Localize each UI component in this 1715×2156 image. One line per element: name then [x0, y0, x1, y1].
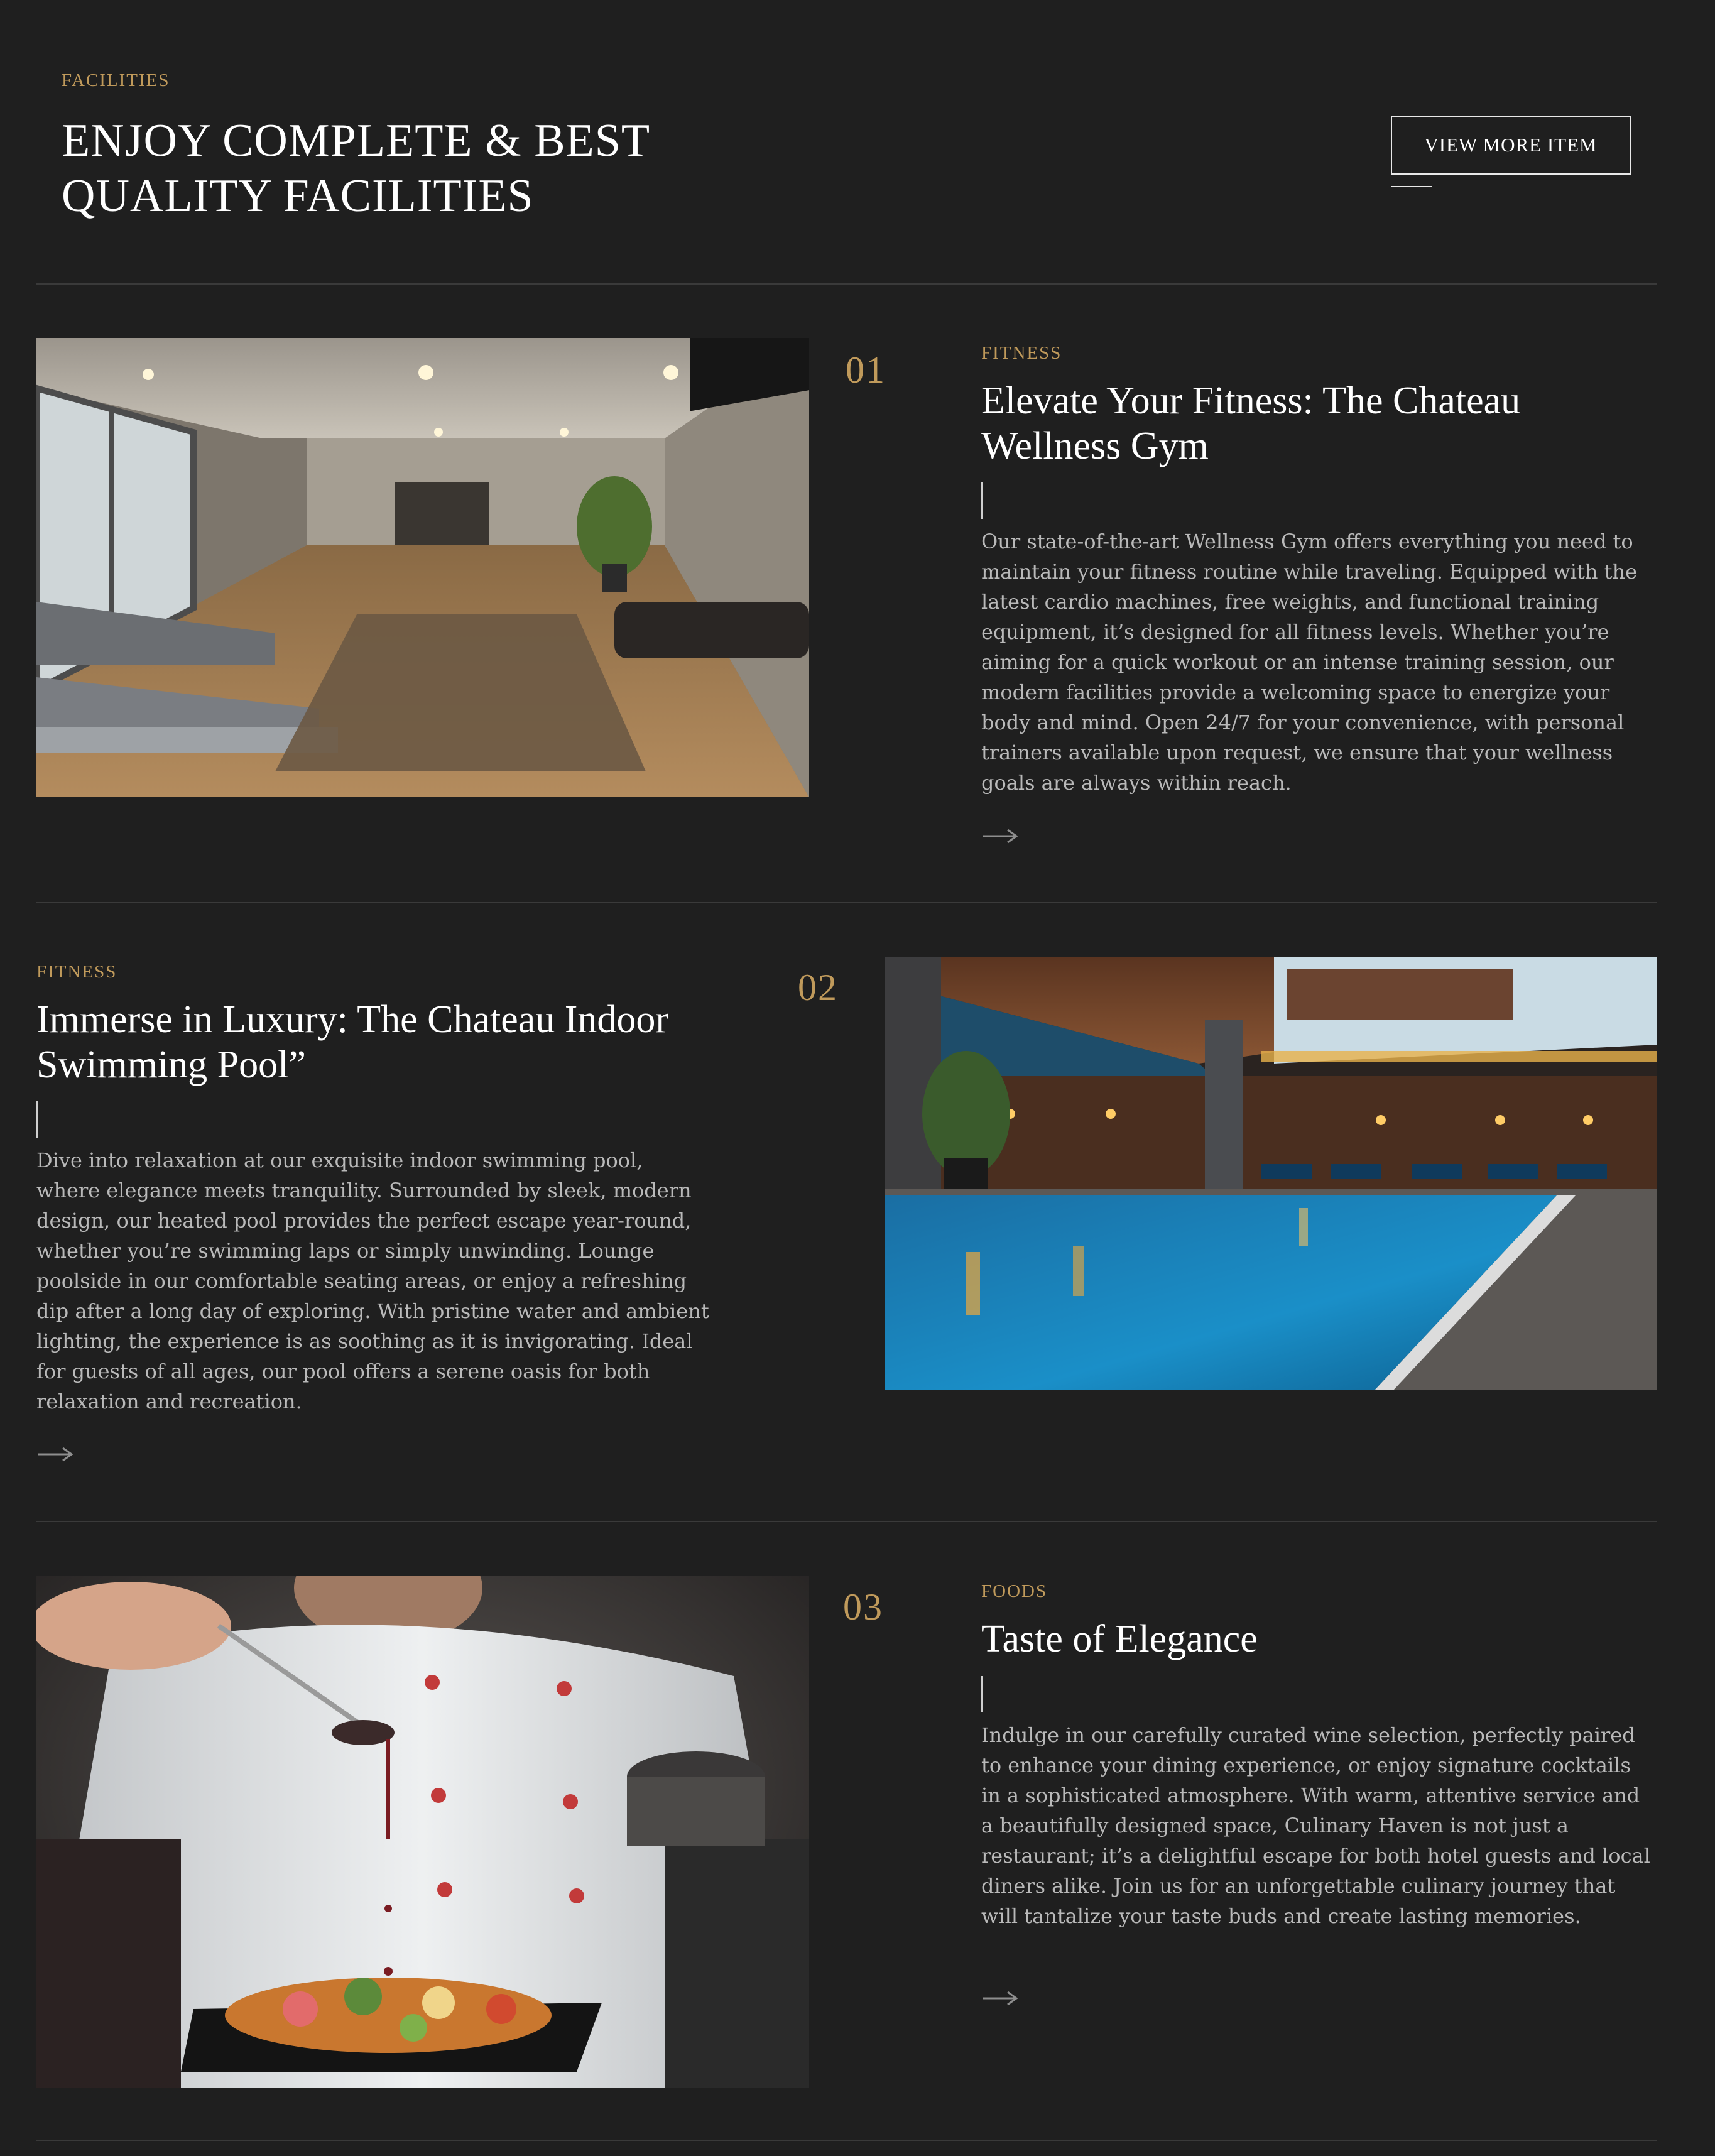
item-category: FOODS [981, 1581, 1048, 1601]
item-description: Our state-of-the-art Wellness Gym offers… [981, 530, 1638, 795]
item-number: 02 [798, 967, 838, 1008]
section-title: ENJOY COMPLETE & BEST QUALITY FACILITIES [62, 113, 878, 224]
item-title: Taste of Elegance [981, 1616, 1647, 1662]
item-category: FITNESS [36, 962, 117, 982]
item-title-line-2: Wellness Gym [981, 425, 1209, 467]
item-title-line-1: Immerse in Luxury: The Chateau Indoor [36, 998, 669, 1041]
item-number: 01 [846, 349, 886, 391]
item-title: Immerse in Luxury: The Chateau Indoor Sw… [36, 997, 740, 1087]
divider [36, 283, 1657, 285]
view-more-button[interactable]: VIEW MORE ITEM [1391, 116, 1631, 175]
title-accent-bar [981, 1676, 983, 1712]
divider [36, 2140, 1657, 2141]
section-title-line-2: QUALITY FACILITIES [62, 170, 534, 222]
gym-photo [36, 338, 809, 797]
item-title-line-1: Taste of Elegance [981, 1618, 1258, 1660]
item-description: Dive into relaxation at our exquisite in… [36, 1148, 709, 1413]
section-eyebrow: FACILITIES [62, 70, 170, 90]
pool-photo [885, 957, 1657, 1390]
section-title-line-1: ENJOY COMPLETE & BEST [62, 115, 651, 166]
title-accent-bar [36, 1101, 38, 1138]
divider [36, 902, 1657, 903]
arrow-right-icon[interactable] [981, 827, 1019, 846]
arrow-right-icon[interactable] [981, 1989, 1019, 2008]
arrow-right-icon[interactable] [36, 1445, 74, 1464]
item-title-line-1: Elevate Your Fitness: The Chateau [981, 379, 1521, 422]
item-description: Indulge in our carefully curated wine se… [981, 1723, 1650, 1928]
button-underline [1391, 186, 1432, 187]
title-accent-bar [981, 482, 983, 519]
divider [36, 1521, 1657, 1522]
item-title-line-2: Swimming Pool” [36, 1043, 306, 1086]
item-number: 03 [843, 1586, 883, 1628]
item-category: FITNESS [981, 343, 1062, 363]
item-title: Elevate Your Fitness: The Chateau Wellne… [981, 378, 1647, 469]
chef-plating-photo [36, 1576, 809, 2088]
